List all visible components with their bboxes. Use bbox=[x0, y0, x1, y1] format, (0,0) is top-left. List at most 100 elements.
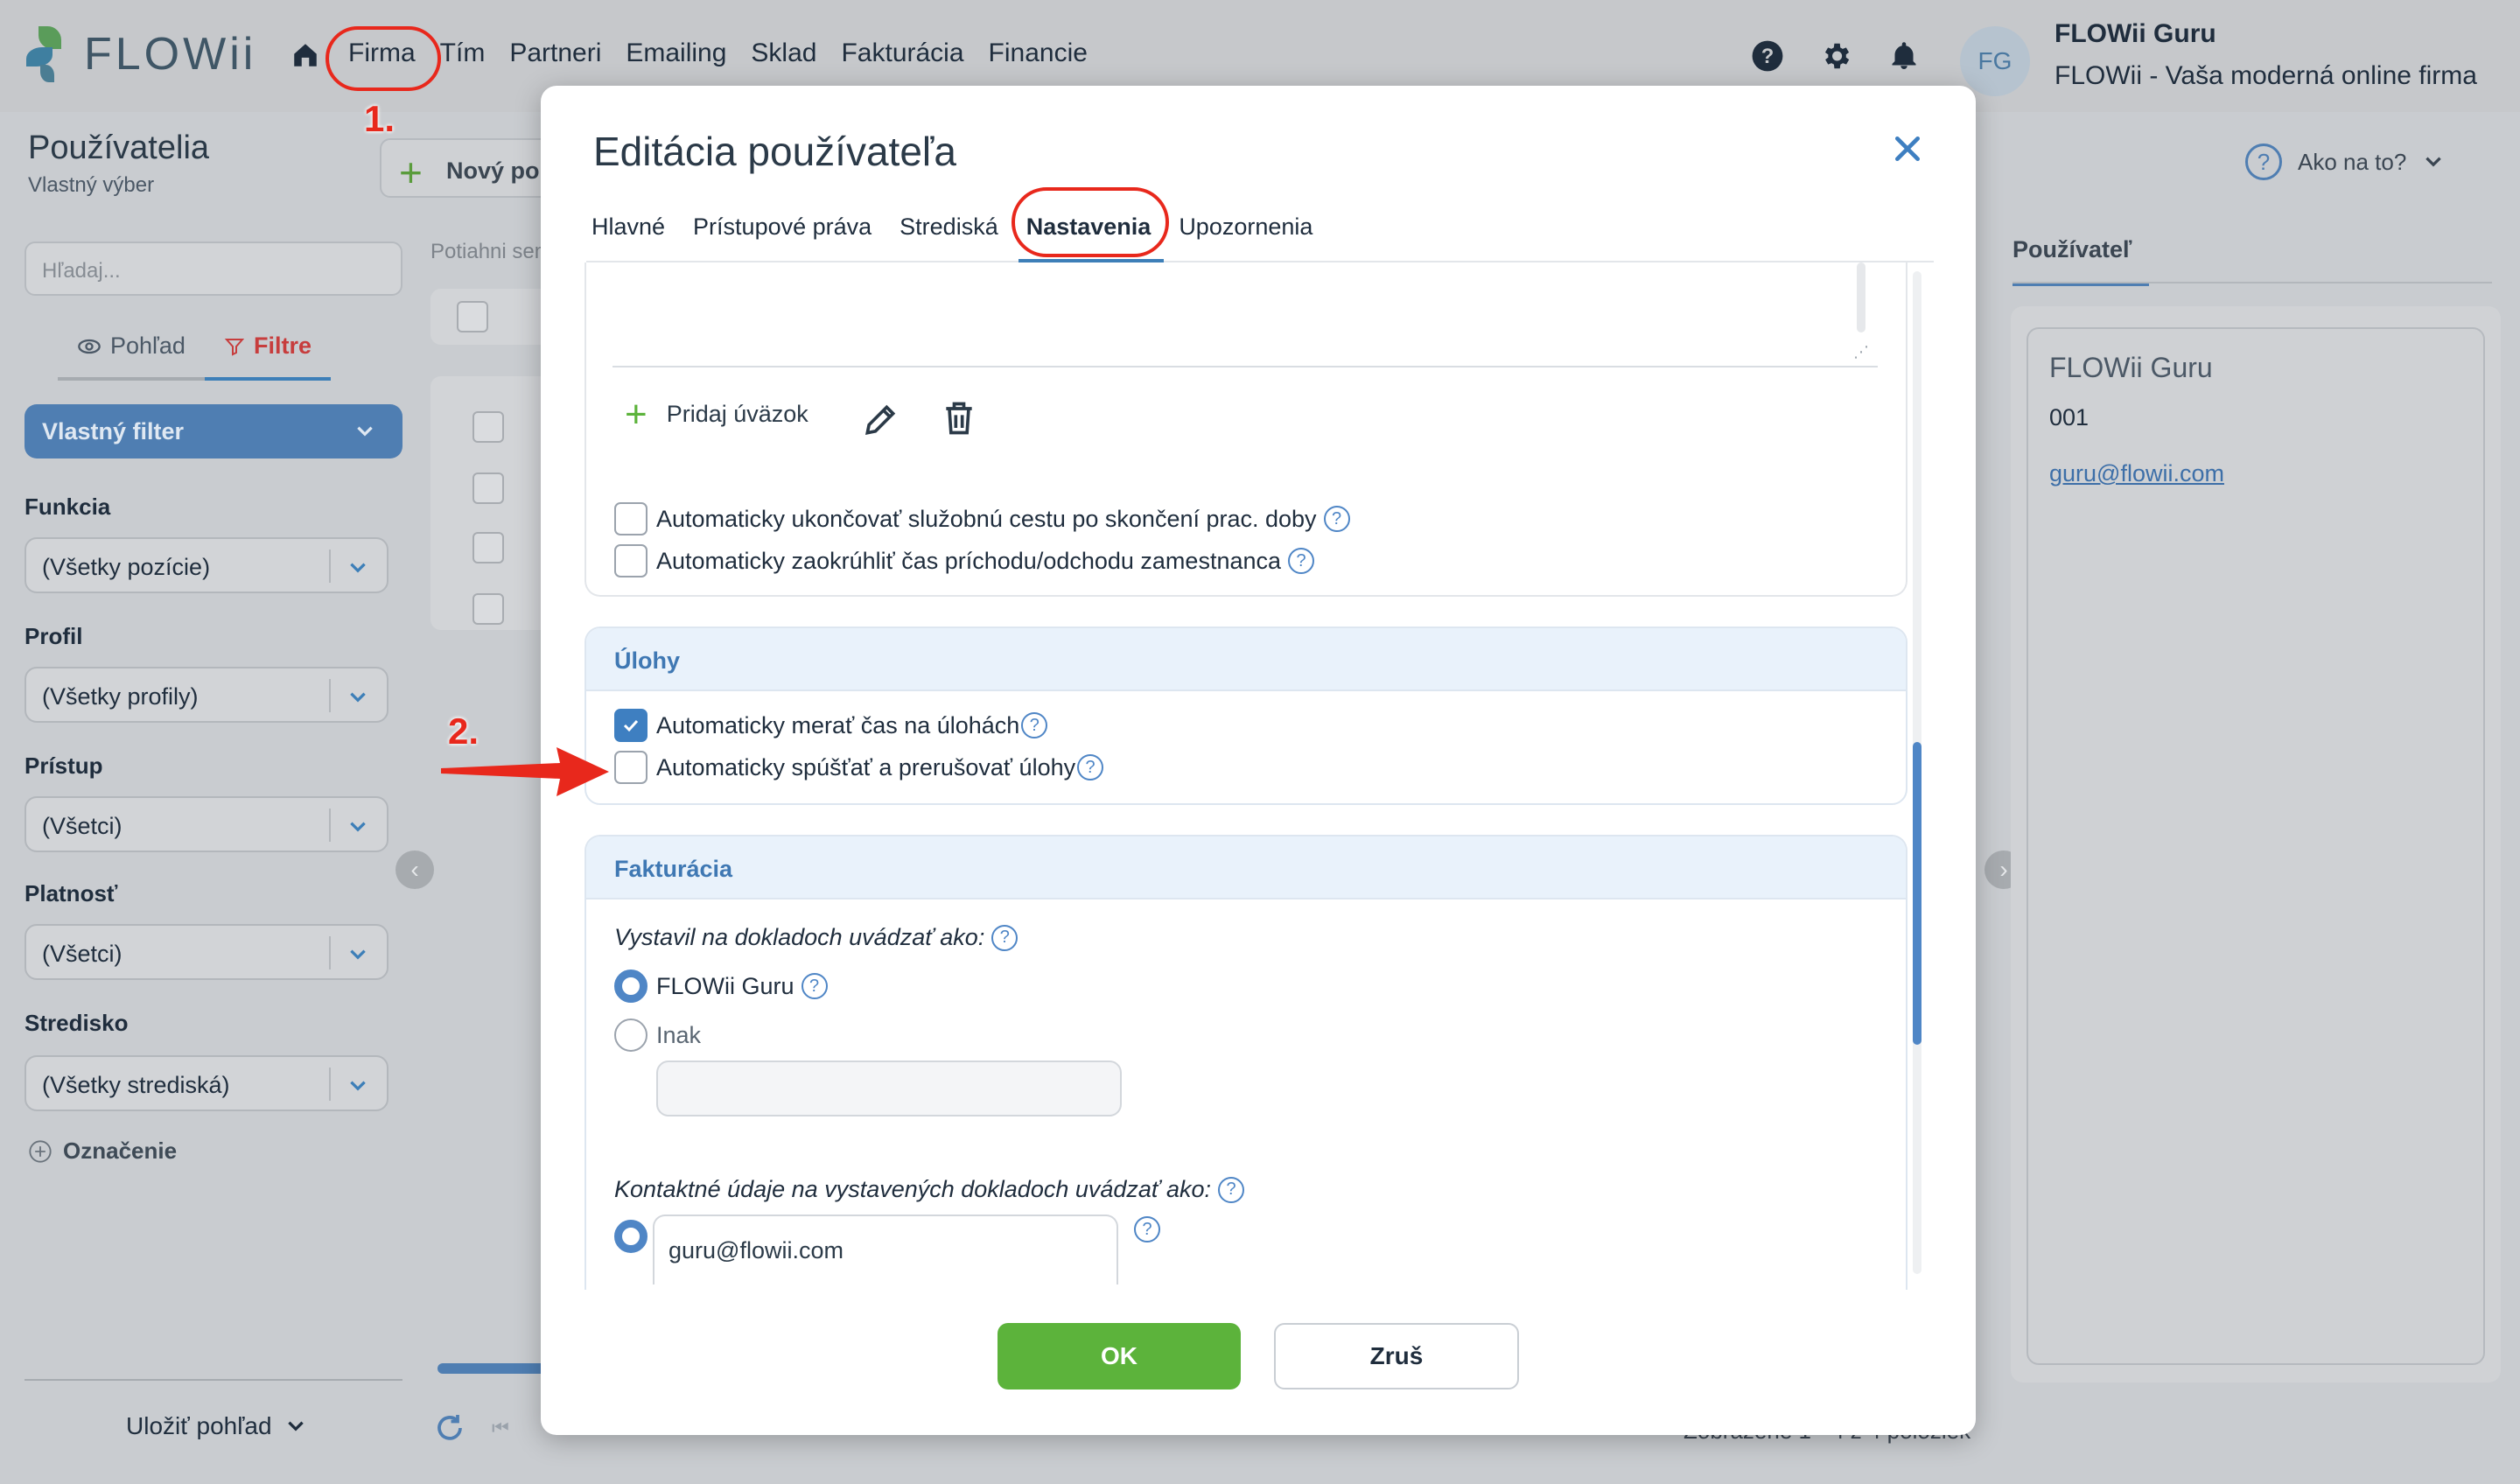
plus-icon: + bbox=[399, 150, 423, 195]
how-to-link[interactable]: ? Ako na to? bbox=[2245, 144, 2445, 180]
filter-select-funkcia[interactable]: (Všetky pozície) bbox=[24, 537, 388, 593]
resize-grip-icon[interactable]: ⋰ bbox=[1853, 343, 1872, 362]
user-card-email[interactable]: guru@flowii.com bbox=[2049, 460, 2224, 487]
issuer-other-label: Inak bbox=[656, 1021, 702, 1048]
logo-mark-icon bbox=[26, 26, 70, 82]
gear-icon[interactable] bbox=[1818, 38, 1853, 74]
filter-value: (Všetci) bbox=[42, 813, 122, 839]
chevron-down-icon bbox=[350, 692, 366, 703]
logo-text: FLOWii bbox=[84, 29, 257, 80]
issuer-user-label: FLOWii Guru bbox=[656, 972, 794, 999]
measure-time-checkbox[interactable] bbox=[614, 709, 648, 742]
issuer-option-other: Inak bbox=[614, 1018, 701, 1052]
contact-email-radio[interactable] bbox=[614, 1220, 648, 1253]
issuer-option-user: FLOWii Guru ? bbox=[614, 970, 828, 1003]
tab-user[interactable]: Používateľ bbox=[2012, 236, 2149, 286]
question-icon[interactable]: ? bbox=[1218, 1176, 1245, 1203]
new-user-button[interactable]: + Nový používateľ bbox=[380, 138, 555, 198]
question-icon[interactable]: ? bbox=[1288, 548, 1315, 574]
issuer-label: Vystavil na dokladoch uvádzať ako: bbox=[614, 924, 985, 950]
cancel-button[interactable]: Zruš bbox=[1274, 1323, 1519, 1390]
avatar[interactable]: FG bbox=[1960, 26, 2030, 96]
textarea-scrollbar[interactable] bbox=[1857, 262, 1866, 332]
filter-value: (Všetci) bbox=[42, 941, 122, 967]
question-icon[interactable]: ? bbox=[1134, 1216, 1160, 1242]
tab-centers[interactable]: Strediská bbox=[900, 214, 998, 241]
first-page-icon[interactable]: ⏮ bbox=[492, 1417, 509, 1439]
tab-filters-label: Filtre bbox=[253, 332, 312, 359]
help-icon[interactable]: ? bbox=[1750, 38, 1785, 74]
nav-item-tim[interactable]: Tím bbox=[440, 38, 486, 68]
table-toolbar bbox=[430, 289, 553, 345]
business-trip-checkbox[interactable] bbox=[614, 502, 648, 536]
mark-link-label: Označenie bbox=[63, 1138, 178, 1164]
chevron-down-icon bbox=[350, 1081, 366, 1091]
group-drag-hint: Potiahni sem bbox=[430, 240, 544, 263]
user-name[interactable]: FLOWii Guru bbox=[2054, 19, 2216, 49]
trash-icon[interactable] bbox=[940, 399, 978, 438]
row-checkbox[interactable] bbox=[472, 532, 504, 564]
nav-item-fakturacia[interactable]: Fakturácia bbox=[841, 38, 963, 68]
save-view-button[interactable]: Uložiť pohľad bbox=[126, 1412, 307, 1440]
tab-main[interactable]: Hlavné bbox=[592, 214, 665, 241]
home-icon[interactable] bbox=[290, 40, 320, 70]
nav-item-sklad[interactable]: Sklad bbox=[751, 38, 816, 68]
filter-label-platnost: Platnosť bbox=[24, 880, 118, 906]
tab-filters[interactable]: Filtre bbox=[204, 326, 331, 381]
add-contract-button[interactable]: + Pridaj úväzok bbox=[625, 395, 808, 433]
filter-value: (Všetky pozície) bbox=[42, 554, 211, 580]
tab-access-rights[interactable]: Prístupové práva bbox=[693, 214, 872, 241]
question-icon[interactable]: ? bbox=[801, 973, 828, 999]
question-icon[interactable]: ? bbox=[1021, 712, 1048, 738]
issuer-other-radio[interactable] bbox=[614, 1018, 648, 1052]
filter-label-pristup: Prístup bbox=[24, 752, 103, 779]
select-all-checkbox[interactable] bbox=[457, 301, 488, 332]
check-icon bbox=[623, 719, 639, 732]
save-view-label: Uložiť pohľad bbox=[126, 1412, 272, 1439]
filter-select-platnost[interactable]: (Všetci) bbox=[24, 924, 388, 980]
issuer-user-radio[interactable] bbox=[614, 970, 648, 1003]
nav-item-partneri[interactable]: Partneri bbox=[509, 38, 601, 68]
filter-select-stredisko[interactable]: (Všetky strediská) bbox=[24, 1055, 388, 1111]
tab-notifications[interactable]: Upozornenia bbox=[1179, 214, 1312, 241]
close-icon[interactable] bbox=[1890, 131, 1925, 166]
collapse-left-icon[interactable]: ‹ bbox=[396, 850, 434, 889]
search-input[interactable]: Hľadaj... bbox=[24, 242, 402, 296]
nav-item-emailing[interactable]: Emailing bbox=[626, 38, 726, 68]
question-icon[interactable]: ? bbox=[1077, 754, 1104, 780]
top-icons: ? bbox=[1750, 38, 1922, 74]
round-time-label: Automaticky zaokrúhliť čas príchodu/odch… bbox=[656, 547, 1282, 574]
ok-button[interactable]: OK bbox=[998, 1323, 1241, 1390]
round-time-checkbox[interactable] bbox=[614, 544, 648, 578]
measure-time-label: Automaticky merať čas na úlohách bbox=[656, 711, 1020, 738]
question-icon: ? bbox=[2245, 144, 2282, 180]
tab-view[interactable]: Pohľad bbox=[58, 326, 205, 381]
check-row-auto-start: Automaticky spúšťať a prerušovať úlohy ? bbox=[614, 751, 1104, 784]
row-checkbox[interactable] bbox=[472, 411, 504, 443]
annotation-step-1: 1. bbox=[364, 98, 396, 139]
custom-filter-label: Vlastný filter bbox=[42, 418, 185, 444]
dialog-tabs: Hlavné Prístupové práva Strediská Nastav… bbox=[592, 214, 1340, 241]
question-icon[interactable]: ? bbox=[1323, 506, 1350, 532]
custom-filter-select[interactable]: Vlastný filter bbox=[24, 404, 402, 458]
refresh-icon[interactable] bbox=[434, 1412, 466, 1444]
filter-select-pristup[interactable]: (Všetci) bbox=[24, 796, 388, 852]
contract-textarea[interactable] bbox=[612, 262, 1878, 368]
horizontal-scrollbar[interactable] bbox=[438, 1363, 553, 1374]
annotation-circle-firma bbox=[326, 26, 441, 91]
contact-email-option[interactable]: guru@flowii.com bbox=[653, 1214, 1118, 1284]
mark-link[interactable]: Označenie bbox=[28, 1138, 177, 1165]
bell-icon[interactable] bbox=[1886, 38, 1922, 74]
nav-item-financie[interactable]: Financie bbox=[989, 38, 1088, 68]
auto-start-checkbox[interactable] bbox=[614, 751, 648, 784]
flowii-logo[interactable]: FLOWii bbox=[26, 26, 256, 82]
dialog-scrollbar-thumb[interactable] bbox=[1913, 742, 1922, 1045]
page-title: Používatelia bbox=[28, 130, 210, 166]
pencil-icon[interactable] bbox=[861, 401, 900, 439]
row-checkbox[interactable] bbox=[472, 593, 504, 625]
row-checkbox[interactable] bbox=[472, 472, 504, 504]
issuer-other-input[interactable] bbox=[656, 1060, 1122, 1116]
check-row-round-time: Automaticky zaokrúhliť čas príchodu/odch… bbox=[614, 544, 1315, 578]
question-icon[interactable]: ? bbox=[991, 924, 1018, 951]
filter-select-profil[interactable]: (Všetky profily) bbox=[24, 667, 388, 723]
